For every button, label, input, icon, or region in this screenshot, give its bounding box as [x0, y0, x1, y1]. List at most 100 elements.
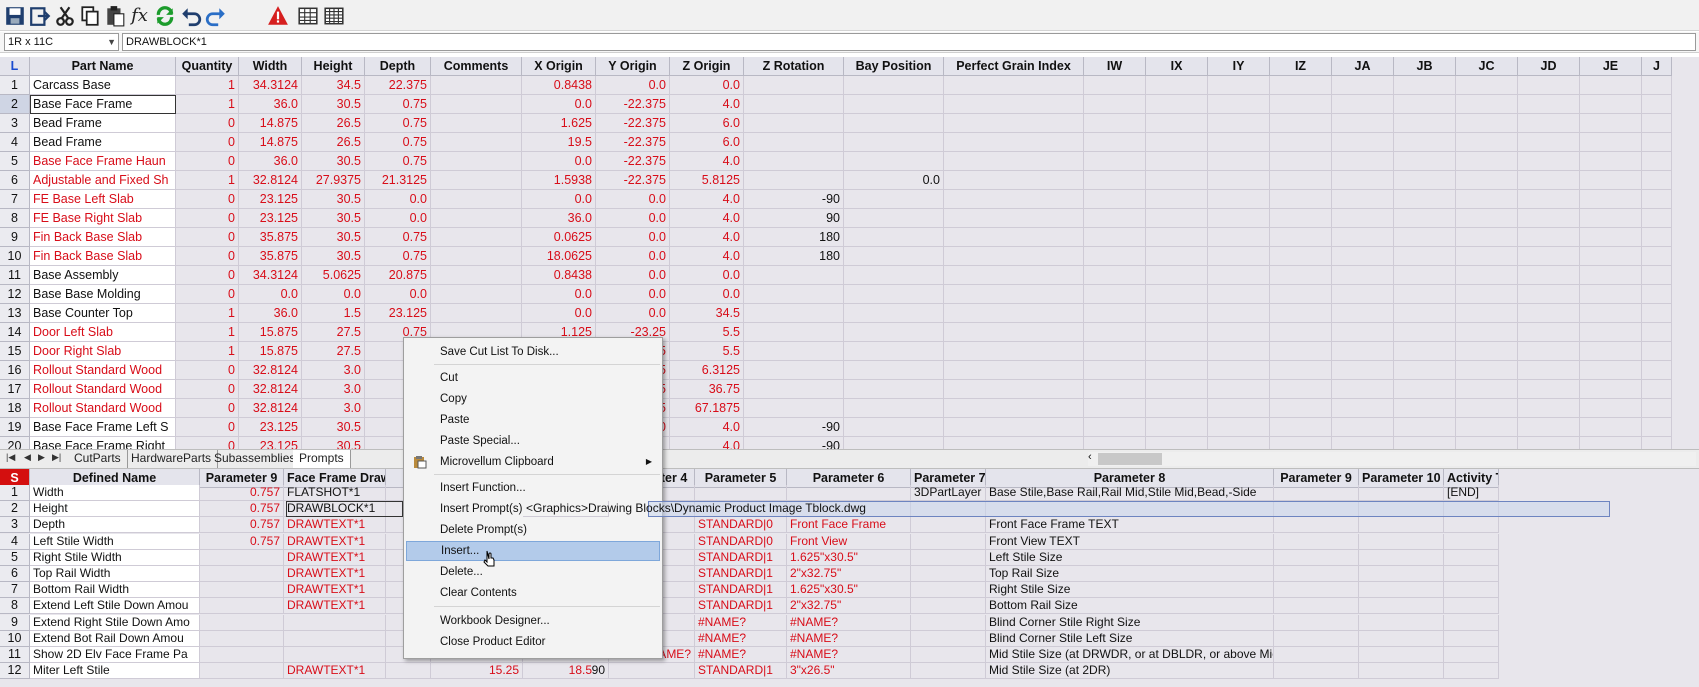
grid-cell[interactable] — [1580, 76, 1642, 95]
grid-cell[interactable] — [1270, 133, 1332, 152]
cell-rot[interactable] — [744, 285, 844, 304]
grid-cell[interactable] — [1208, 285, 1270, 304]
grid-cell[interactable] — [944, 266, 1084, 285]
grid-cell[interactable] — [1642, 209, 1672, 228]
cell-rot[interactable] — [744, 380, 844, 399]
grid-cell[interactable] — [1456, 380, 1518, 399]
cell-ff[interactable] — [284, 647, 386, 663]
cell-name[interactable]: Top Rail Width — [30, 566, 200, 582]
row-header[interactable]: 4 — [0, 533, 30, 550]
grid-cell[interactable] — [1359, 647, 1444, 663]
grid-cell[interactable] — [1642, 304, 1672, 323]
grid-cell[interactable] — [1642, 323, 1672, 342]
grid-cell[interactable] — [1518, 190, 1580, 209]
grid-cell[interactable] — [1146, 437, 1208, 449]
cell-z[interactable]: 67.1875 — [670, 399, 744, 418]
cell-z[interactable]: 4.0 — [670, 209, 744, 228]
grid-cell[interactable] — [1580, 323, 1642, 342]
grid-cell[interactable] — [1146, 342, 1208, 361]
grid-cell[interactable] — [1456, 133, 1518, 152]
grid-cell[interactable] — [1394, 76, 1456, 95]
cell-name[interactable]: Base Face Frame Left S — [30, 418, 176, 437]
cell-bay[interactable] — [844, 399, 944, 418]
cell-p8[interactable]: Blind Corner Stile Right Size — [986, 614, 1274, 631]
grid-cell[interactable] — [1146, 418, 1208, 437]
grid-cell[interactable] — [1456, 285, 1518, 304]
cell-h[interactable]: 3.0 — [302, 399, 365, 418]
grid-cell[interactable] — [1208, 76, 1270, 95]
row-header[interactable]: 13 — [0, 304, 30, 323]
grid-cell[interactable] — [944, 323, 1084, 342]
cell-name[interactable]: Bead Frame — [30, 114, 176, 133]
cell-rot[interactable] — [744, 361, 844, 380]
cell-name[interactable]: Right Stile Width — [30, 549, 200, 566]
row-header[interactable]: 16 — [0, 361, 30, 380]
cell-bay[interactable] — [844, 304, 944, 323]
horizontal-scrollbar[interactable]: ‹ — [1088, 451, 1696, 466]
grid-cell[interactable] — [431, 152, 522, 171]
grid-cell[interactable] — [1456, 209, 1518, 228]
cell-ff[interactable]: DRAWTEXT*1 — [284, 517, 386, 534]
cell-name[interactable]: Left Stile Width — [30, 533, 200, 550]
grid-cell[interactable] — [1642, 114, 1672, 133]
cell-p7[interactable] — [911, 630, 986, 647]
cell-p5[interactable]: #NAME? — [695, 614, 787, 631]
cell-z[interactable]: 6.0 — [670, 114, 744, 133]
grid-cell[interactable] — [1642, 247, 1672, 266]
grid-cell[interactable] — [1274, 598, 1359, 615]
cell-p9[interactable] — [200, 566, 284, 582]
row-header[interactable]: 3 — [0, 517, 30, 534]
grid-cell[interactable] — [1456, 323, 1518, 342]
cell-h[interactable]: 3.0 — [302, 361, 365, 380]
column-header[interactable]: JB — [1394, 57, 1456, 76]
grid-cell[interactable] — [1208, 380, 1270, 399]
cell-d[interactable]: 0.0 — [365, 209, 431, 228]
row-header[interactable]: 12 — [0, 663, 30, 680]
column-header[interactable]: JE — [1580, 57, 1642, 76]
grid-cell[interactable] — [1359, 598, 1444, 615]
cell-rot[interactable]: -90 — [744, 190, 844, 209]
menu-item-paste-special[interactable]: Paste Special... — [406, 431, 660, 451]
menu-item-clear-contents[interactable]: Clear Contents — [406, 583, 660, 603]
grid-cell[interactable] — [1332, 171, 1394, 190]
grid-cell[interactable] — [431, 247, 522, 266]
grid-cell[interactable] — [1332, 133, 1394, 152]
grid-cell[interactable] — [1332, 190, 1394, 209]
grid-cell[interactable] — [1518, 171, 1580, 190]
grid-cell[interactable] — [1642, 266, 1672, 285]
cell-z[interactable]: 5.5 — [670, 323, 744, 342]
row-header[interactable]: 8 — [0, 209, 30, 228]
grid-cell[interactable] — [1084, 323, 1146, 342]
cell-w[interactable]: 32.8124 — [239, 399, 302, 418]
cell-p5[interactable]: #NAME? — [695, 630, 787, 647]
column-header[interactable]: Depth — [365, 57, 431, 76]
cell-h[interactable]: 5.0625 — [302, 266, 365, 285]
grid-cell[interactable] — [1642, 437, 1672, 449]
grid-cell[interactable] — [1208, 209, 1270, 228]
grid-cell[interactable] — [1270, 418, 1332, 437]
grid-cell[interactable] — [1274, 663, 1359, 680]
cell-w[interactable]: 15.875 — [239, 323, 302, 342]
grid-cell[interactable] — [1084, 190, 1146, 209]
cell-rot[interactable]: 90 — [744, 209, 844, 228]
cell-z[interactable]: 4.0 — [670, 152, 744, 171]
grid-cell[interactable] — [1456, 437, 1518, 449]
grid-cell[interactable] — [1084, 247, 1146, 266]
grid-cell[interactable] — [1518, 323, 1580, 342]
grid-cell[interactable] — [1456, 399, 1518, 418]
grid-cell[interactable] — [1394, 380, 1456, 399]
grid-cell[interactable] — [1456, 266, 1518, 285]
cell-bay[interactable] — [844, 95, 944, 114]
cell-name[interactable]: Bead Frame — [30, 133, 176, 152]
cell-d[interactable]: 21.3125 — [365, 171, 431, 190]
cell-p5[interactable] — [695, 485, 787, 501]
cell-p8[interactable]: Mid Stile Size (at 2DR) — [986, 663, 1274, 680]
grid-cell[interactable] — [1394, 342, 1456, 361]
grid-cell[interactable] — [1332, 228, 1394, 247]
cell-p8[interactable]: Mid Stile Size (at DRWDR, or at DBLDR, o… — [986, 647, 1274, 663]
grid-cell[interactable] — [1270, 323, 1332, 342]
cell-bay[interactable] — [844, 228, 944, 247]
row-header[interactable]: 2 — [0, 95, 30, 114]
cell-h[interactable]: 30.5 — [302, 190, 365, 209]
row-header[interactable]: 9 — [0, 228, 30, 247]
